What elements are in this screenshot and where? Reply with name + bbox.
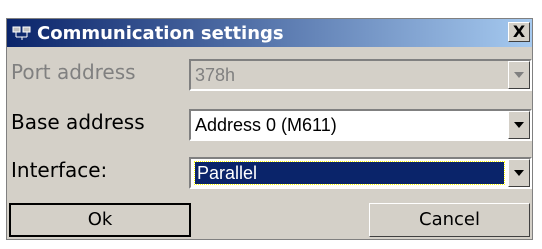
interface-label: Interface: [11,158,108,182]
communication-settings-dialog: Communication settings X Port address 37… [6,18,533,240]
port-address-value: 378h [195,65,236,85]
ok-button[interactable]: Ok [9,203,191,237]
interface-dropdown-button[interactable] [508,159,530,187]
network-icon [12,25,32,41]
title-bar[interactable]: Communication settings X [7,19,532,47]
chevron-down-icon [514,122,524,128]
window-title: Communication settings [37,23,284,44]
base-address-dropdown-button[interactable] [508,111,530,139]
cancel-button[interactable]: Cancel [369,203,530,237]
port-address-label: Port address [11,60,136,84]
port-address-dropdown-button [508,61,530,89]
chevron-down-icon [514,170,524,176]
chevron-down-icon [514,72,524,78]
close-button[interactable]: X [508,22,530,42]
interface-selection-highlight: Parallel [194,161,505,185]
interface-value: Parallel [197,163,258,183]
interface-select[interactable]: Parallel [189,157,532,189]
base-address-value: Address 0 (M611) [195,115,337,135]
port-address-select: 378h [189,59,532,91]
close-icon: X [512,22,526,41]
base-address-select[interactable]: Address 0 (M611) [189,109,532,141]
base-address-label: Base address [11,110,145,134]
